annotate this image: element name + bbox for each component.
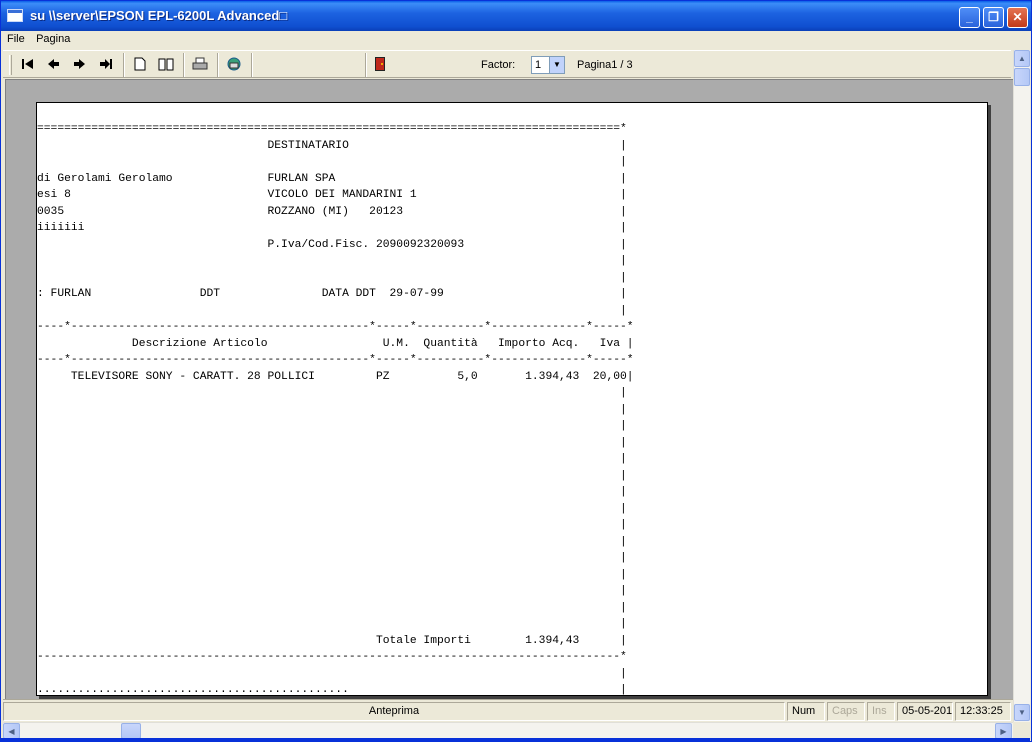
document-line: | — [620, 486, 627, 498]
status-date: 05-05-2016 — [897, 702, 953, 721]
scroll-up-icon[interactable]: ▲ — [1014, 50, 1030, 67]
title-bar[interactable]: su \\server\EPSON EPL-6200L Advanced□ _ … — [1, 1, 1031, 31]
document-line: | — [620, 436, 627, 449]
document-line: | — [620, 585, 627, 597]
setup-icon[interactable] — [225, 55, 243, 73]
vertical-scrollbar[interactable]: ▲ ▼ — [1013, 50, 1030, 722]
exit-door-icon[interactable] — [371, 55, 389, 73]
first-page-icon[interactable] — [19, 55, 37, 73]
document-line: di Gerolami Gerolamo FURLAN SPA | — [37, 172, 627, 185]
document-line: Descrizione Articolo U.M. Quantità Impor… — [131, 337, 634, 350]
document-line: esi 8 VICOLO DEI MANDARINI 1 | — [37, 189, 627, 201]
window-icon — [7, 9, 23, 22]
document-line: ........................................… — [37, 684, 627, 696]
document-line: DESTINATARIO | — [267, 139, 627, 152]
document-line: 0035 ROZZANO (MI) 20123 | — [37, 205, 627, 218]
document-line: | — [620, 667, 627, 680]
horizontal-scrollbar[interactable]: ◀ ▶ — [3, 722, 1013, 739]
menu-bar: File Pagina — [3, 31, 1029, 50]
document-line: | — [620, 568, 627, 581]
document-line: | — [620, 453, 627, 465]
document-line: | — [620, 255, 627, 267]
print-preview-window: su \\server\EPSON EPL-6200L Advanced□ _ … — [0, 0, 1032, 742]
last-page-icon[interactable] — [97, 55, 115, 73]
document-line: | — [620, 519, 627, 531]
toolbar-grip[interactable] — [9, 55, 12, 75]
scroll-thumb[interactable] — [121, 723, 141, 739]
menu-pagina[interactable]: Pagina — [32, 31, 74, 47]
factor-label: Factor: — [481, 59, 516, 71]
status-time: 12:33:25 — [955, 702, 1011, 721]
next-page-icon[interactable] — [71, 55, 89, 73]
prev-page-icon[interactable] — [45, 55, 63, 73]
restore-icon[interactable]: ❐ — [983, 7, 1004, 28]
scroll-right-icon[interactable]: ▶ — [995, 723, 1012, 739]
document-line: ----*-----------------------------------… — [37, 354, 634, 366]
document-line: | — [620, 469, 627, 482]
document-line: | — [620, 420, 627, 432]
chevron-down-icon[interactable]: ▼ — [549, 57, 564, 73]
toolbar: Factor: 1 ▼ Pagina1 / 3 — [3, 50, 1011, 78]
document-text: ========================================… — [37, 121, 634, 696]
document-line: | — [620, 535, 627, 548]
scroll-thumb[interactable] — [1014, 68, 1030, 86]
taskbar-edge — [0, 738, 1030, 742]
toolbar-separator — [365, 53, 367, 77]
toolbar-separator — [123, 53, 125, 77]
single-page-icon[interactable] — [131, 55, 149, 73]
status-main: Anteprima — [3, 702, 785, 721]
status-bar: Anteprima Num Caps Ins 05-05-2016 12:33:… — [3, 699, 1013, 722]
factor-value: 1 — [535, 59, 542, 71]
page-indicator: Pagina1 / 3 — [577, 59, 633, 71]
menu-file[interactable]: File — [3, 31, 29, 47]
toolbar-separator — [217, 53, 219, 77]
status-caps: Caps — [827, 702, 865, 721]
document-line: ----*-----------------------------------… — [37, 321, 634, 333]
toolbar-separator — [183, 53, 185, 77]
factor-select[interactable]: 1 ▼ — [531, 56, 565, 74]
close-icon[interactable]: ✕ — [1007, 7, 1028, 28]
document-line: | — [620, 552, 627, 564]
document-line: Totale Importi 1.394,43 | — [375, 634, 627, 647]
window-title: su \\server\EPSON EPL-6200L Advanced□ — [30, 8, 288, 23]
status-num: Num — [787, 702, 825, 721]
document-line: | — [620, 271, 627, 284]
document-line: | — [620, 403, 627, 416]
document-page: ========================================… — [36, 102, 988, 696]
scroll-down-icon[interactable]: ▼ — [1014, 704, 1030, 721]
status-ins: Ins — [867, 702, 895, 721]
document-line: TELEVISORE SONY - CARATT. 28 POLLICI PZ … — [70, 370, 634, 383]
document-line: iiiiiii | — [37, 222, 627, 234]
preview-area[interactable]: ========================================… — [5, 79, 1013, 699]
document-line: | — [620, 304, 627, 317]
document-line: ========================================… — [37, 123, 627, 135]
document-line: | — [620, 502, 627, 515]
scroll-left-icon[interactable]: ◀ — [3, 723, 20, 739]
document-line: | — [620, 601, 627, 614]
document-line: | — [620, 387, 627, 399]
toolbar-separator — [251, 53, 253, 77]
document-line: | — [620, 618, 627, 630]
print-icon[interactable] — [191, 55, 209, 73]
document-line: ----------------------------------------… — [37, 651, 627, 663]
minimize-icon[interactable]: _ — [959, 7, 980, 28]
document-line: P.Iva/Cod.Fisc. 2090092320093 | — [267, 238, 627, 251]
document-line: | — [620, 156, 627, 168]
two-page-icon[interactable] — [157, 55, 175, 73]
document-line: : FURLAN DDT DATA DDT 29-07-99 | — [37, 288, 627, 300]
